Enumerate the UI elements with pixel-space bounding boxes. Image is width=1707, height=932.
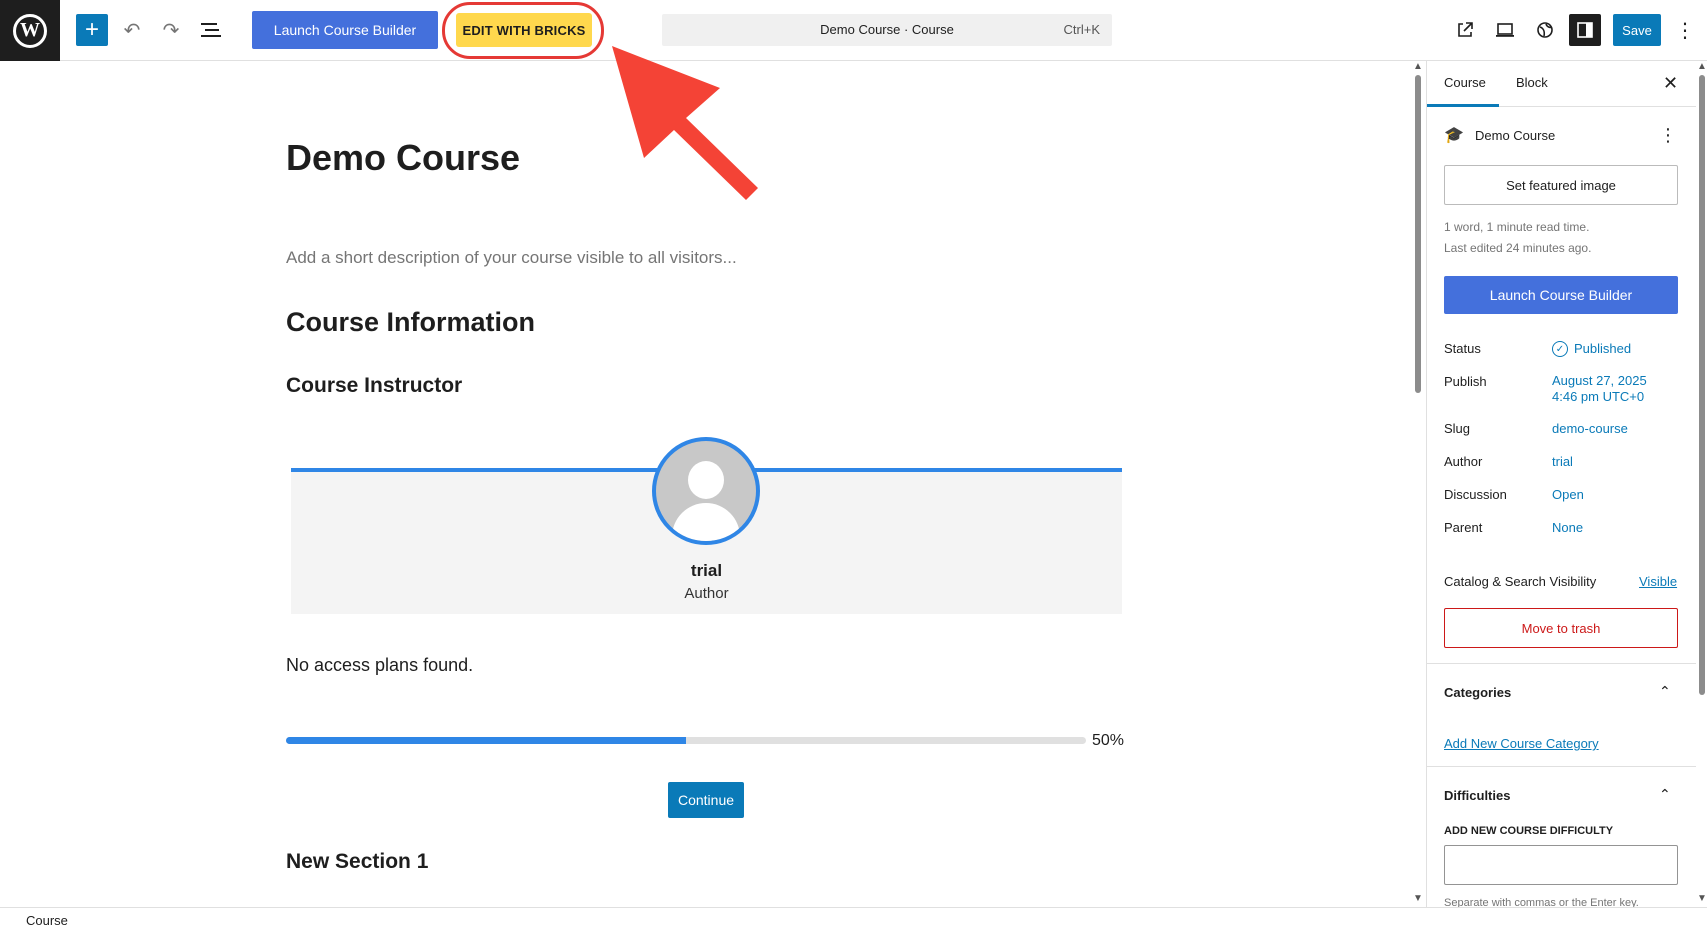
site-preview-button[interactable] — [1529, 14, 1561, 46]
command-palette-bar[interactable]: Demo Course · Course Ctrl+K — [662, 14, 1112, 46]
tab-course[interactable]: Course — [1444, 75, 1486, 90]
course-progress-bar — [286, 737, 1086, 744]
list-view-icon — [201, 23, 221, 37]
author-label: Author — [1444, 454, 1483, 469]
progress-percent: 50% — [1092, 732, 1125, 749]
section-heading[interactable]: New Section 1 — [286, 850, 1126, 874]
document-overview-button[interactable] — [195, 14, 227, 46]
globe-icon — [1537, 22, 1553, 38]
editor-footer: Course — [0, 907, 1707, 932]
word-count-text: 1 word, 1 minute read time. — [1444, 220, 1590, 234]
add-block-button[interactable]: + — [76, 14, 108, 46]
panel-divider — [1427, 663, 1696, 664]
undo-icon: ↶ — [123, 19, 141, 42]
post-summary-title: Demo Course — [1475, 128, 1556, 143]
avatar-head-icon — [688, 461, 724, 499]
more-vertical-icon[interactable]: ⋮ — [1659, 125, 1677, 146]
avatar-body-icon — [672, 503, 740, 541]
settings-sidebar: Course Block ✕ 🎓 Demo Course ⋮ Set featu… — [1426, 61, 1696, 907]
chevron-up-icon[interactable]: ⌃ — [1659, 683, 1671, 700]
wordpress-logo-button[interactable]: W — [0, 0, 60, 61]
access-plans-notice: No access plans found. — [286, 655, 474, 675]
discussion-value[interactable]: Open — [1552, 487, 1584, 502]
discussion-label: Discussion — [1444, 487, 1507, 502]
add-category-link[interactable]: Add New Course Category — [1444, 736, 1599, 751]
check-circle-icon: ✓ — [1552, 341, 1568, 357]
scroll-thumb[interactable] — [1415, 75, 1421, 393]
post-title[interactable]: Demo Course — [286, 137, 1126, 179]
command-shortcut: Ctrl+K — [1063, 22, 1100, 37]
difficulties-panel-title[interactable]: Difficulties — [1444, 788, 1510, 803]
undo-button[interactable]: ↶ — [116, 14, 148, 46]
sidebar-icon — [1577, 22, 1593, 38]
active-tab-indicator — [1427, 104, 1499, 107]
canvas-scrollbar[interactable]: ▲ ▼ — [1412, 61, 1424, 907]
more-vertical-icon: ⋮ — [1675, 19, 1695, 42]
move-to-trash-button[interactable]: Move to trash — [1444, 608, 1678, 648]
launch-course-builder-button[interactable]: Launch Course Builder — [252, 11, 438, 49]
slug-value[interactable]: demo-course — [1552, 421, 1628, 436]
scroll-up-icon[interactable]: ▲ — [1697, 61, 1707, 72]
course-information-heading[interactable]: Course Information — [286, 307, 1126, 338]
tab-block[interactable]: Block — [1516, 75, 1548, 90]
external-link-icon — [1458, 22, 1473, 37]
wordpress-logo-icon: W — [13, 13, 47, 48]
parent-label: Parent — [1444, 520, 1483, 535]
difficulty-field-label: ADD NEW COURSE DIFFICULTY — [1444, 825, 1614, 837]
launch-course-builder-sidebar-button[interactable]: Launch Course Builder — [1444, 276, 1678, 314]
scroll-down-icon[interactable]: ▼ — [1413, 893, 1423, 904]
difficulty-help-text: Separate with commas or the Enter key. — [1444, 897, 1639, 907]
redo-icon: ↷ — [162, 19, 180, 42]
course-excerpt-field[interactable]: Add a short description of your course v… — [286, 248, 1126, 268]
parent-value[interactable]: None — [1552, 520, 1583, 535]
close-icon[interactable]: ✕ — [1663, 73, 1678, 94]
progress-fill — [286, 737, 686, 744]
graduation-cap-icon: 🎓 — [1444, 127, 1464, 144]
visibility-value[interactable]: Visible — [1639, 574, 1677, 589]
scroll-thumb[interactable] — [1699, 75, 1705, 695]
continue-button[interactable]: Continue — [668, 782, 744, 818]
author-value[interactable]: trial — [1552, 454, 1573, 469]
publish-date[interactable]: August 27, 2025 — [1552, 373, 1647, 388]
last-edited-text: Last edited 24 minutes ago. — [1444, 241, 1592, 255]
scroll-down-icon[interactable]: ▼ — [1697, 893, 1707, 904]
status-value[interactable]: Published — [1574, 341, 1631, 356]
options-button[interactable]: ⋮ — [1669, 14, 1701, 46]
status-label: Status — [1444, 341, 1481, 356]
edit-with-bricks-button[interactable]: EDIT WITH BRICKS — [456, 13, 592, 47]
device-preview-button[interactable] — [1489, 14, 1521, 46]
instructor-role: Author — [684, 585, 729, 602]
desktop-icon — [1496, 23, 1514, 37]
publish-label: Publish — [1444, 374, 1487, 389]
publish-time[interactable]: 4:46 pm UTC+0 — [1552, 389, 1644, 404]
slug-label: Slug — [1444, 421, 1471, 436]
settings-sidebar-toggle[interactable] — [1569, 14, 1601, 46]
scroll-up-icon[interactable]: ▲ — [1413, 61, 1423, 72]
editor-canvas: Demo Course Add a short description of y… — [0, 61, 1412, 907]
chevron-up-icon[interactable]: ⌃ — [1659, 786, 1671, 803]
document-title: Demo Course · Course — [820, 22, 954, 37]
difficulty-input[interactable] — [1444, 845, 1678, 885]
plus-icon: + — [84, 16, 99, 43]
view-post-button[interactable] — [1449, 14, 1481, 46]
save-button[interactable]: Save — [1613, 14, 1661, 46]
set-featured-image-button[interactable]: Set featured image — [1444, 165, 1678, 205]
sidebar-tabs: Course Block ✕ — [1427, 61, 1696, 107]
breadcrumb[interactable]: Course — [26, 913, 68, 928]
panel-divider — [1427, 766, 1696, 767]
redo-button[interactable]: ↷ — [155, 14, 187, 46]
sidebar-scrollbar[interactable]: ▲ ▼ — [1696, 61, 1707, 907]
categories-panel-title[interactable]: Categories — [1444, 685, 1511, 700]
editor-header: W + ↶ ↷ Launch Course Builder EDIT WITH … — [0, 0, 1707, 61]
instructor-name: trial — [690, 561, 723, 580]
course-instructor-heading[interactable]: Course Instructor — [286, 374, 1126, 398]
avatar — [652, 437, 760, 545]
visibility-label: Catalog & Search Visibility — [1444, 574, 1597, 589]
